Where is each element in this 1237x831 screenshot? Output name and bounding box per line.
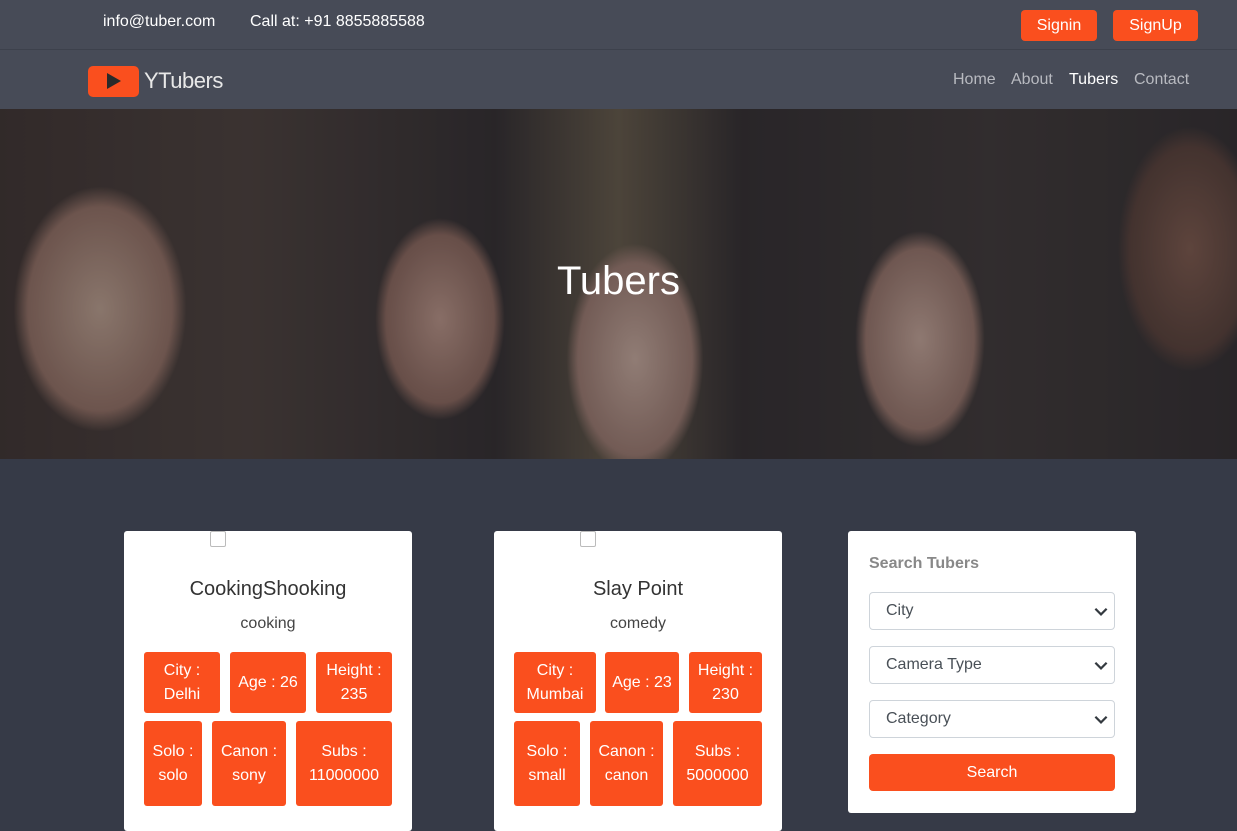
contact-phone: Call at: +91 8855885588 (250, 13, 425, 30)
tag-subs: Subs : 5000000 (673, 721, 762, 806)
chevron-down-icon (1094, 661, 1108, 670)
search-heading: Search Tubers (869, 555, 979, 572)
top-bar: info@tuber.com Call at: +91 8855885588 S… (0, 0, 1237, 49)
tuber-card[interactable]: CookingShooking cooking City : Delhi Age… (124, 531, 412, 831)
tag-height: Height : 235 (316, 652, 392, 713)
tag-subs: Subs : 11000000 (296, 721, 392, 806)
chevron-down-icon (1094, 715, 1108, 724)
tag-camera: Canon : canon (590, 721, 663, 806)
tuber-category: comedy (609, 615, 667, 632)
hero-title: Tubers (556, 259, 680, 303)
tuber-category: cooking (240, 615, 296, 632)
tuber-name[interactable]: Slay Point (494, 578, 782, 601)
nav-link-home[interactable]: Home (953, 71, 996, 89)
camera-type-select-value: Camera Type (886, 656, 982, 673)
city-select-value: City (886, 602, 914, 619)
contact-email[interactable]: info@tuber.com (103, 13, 215, 31)
camera-type-select[interactable]: Camera Type (869, 646, 1115, 684)
search-button[interactable]: Search (869, 754, 1115, 791)
tag-solo: Solo : small (514, 721, 580, 806)
hero-banner: Tubers (0, 109, 1237, 459)
city-select[interactable]: City (869, 592, 1115, 630)
tag-height: Height : 230 (689, 652, 762, 713)
search-panel: Search Tubers City Camera Type Category … (848, 531, 1136, 813)
broken-image-icon (210, 531, 226, 547)
signin-button[interactable]: Signin (1021, 10, 1097, 41)
category-select-value: Category (886, 710, 951, 727)
youtube-play-icon[interactable] (88, 66, 139, 97)
broken-image-icon (580, 531, 596, 547)
nav-link-tubers[interactable]: Tubers (1069, 71, 1118, 89)
tag-camera: Canon : sony (212, 721, 286, 806)
tag-age: Age : 23 (605, 652, 679, 713)
tuber-name[interactable]: CookingShooking (124, 578, 412, 601)
nav-link-contact[interactable]: Contact (1134, 71, 1189, 89)
nav-link-about[interactable]: About (1011, 71, 1053, 89)
tag-city: City : Mumbai (514, 652, 596, 713)
signup-button[interactable]: SignUp (1113, 10, 1198, 41)
tag-city: City : Delhi (144, 652, 220, 713)
category-select[interactable]: Category (869, 700, 1115, 738)
chevron-down-icon (1094, 607, 1108, 616)
tag-age: Age : 26 (230, 652, 306, 713)
brand-name[interactable]: YTubers (144, 68, 223, 94)
tag-solo: Solo : solo (144, 721, 202, 806)
main-navbar: YTubers Home About Tubers Contact (0, 49, 1237, 109)
tuber-card[interactable]: Slay Point comedy City : Mumbai Age : 23… (494, 531, 782, 831)
